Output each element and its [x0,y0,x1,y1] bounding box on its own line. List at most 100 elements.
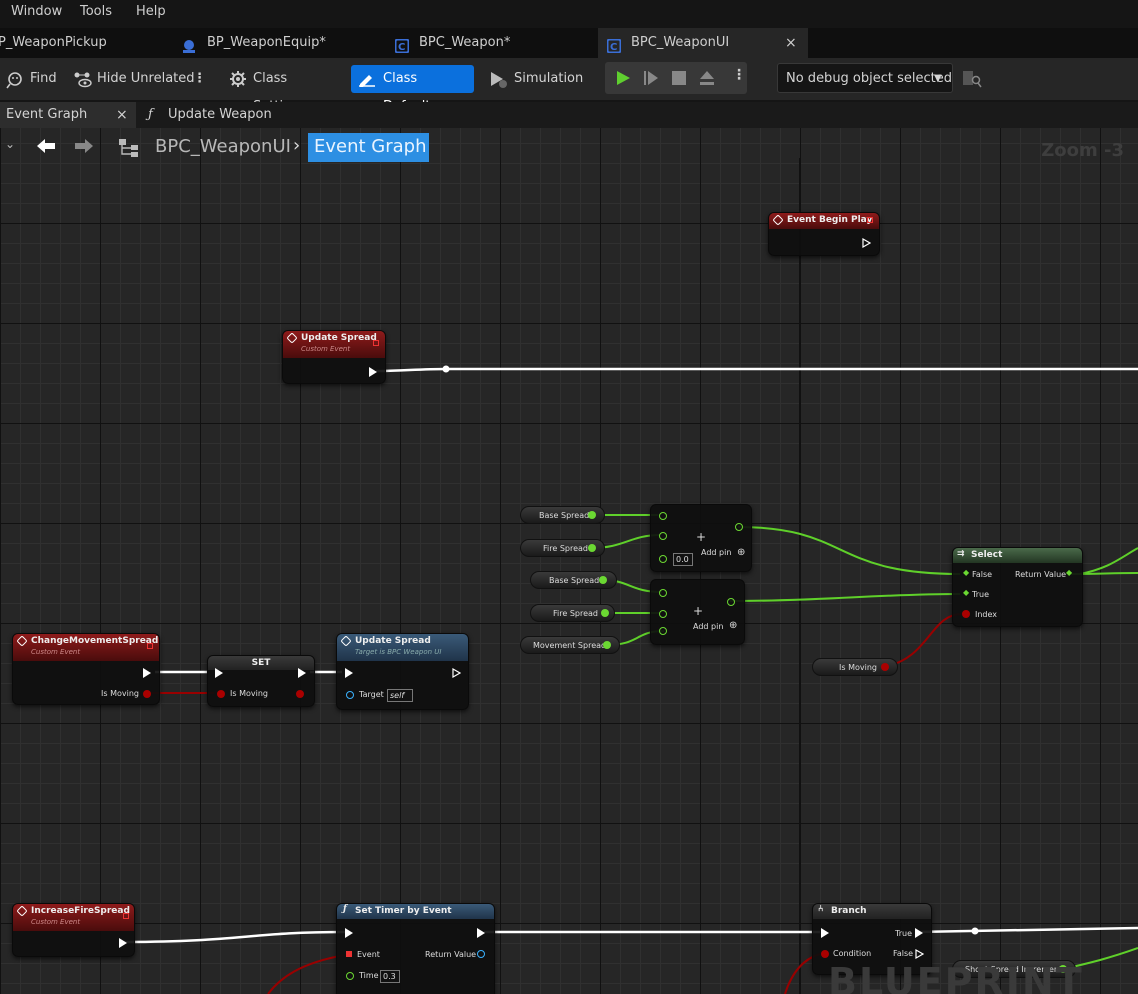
close-tab-icon[interactable]: × [116,102,128,128]
update-spread-event-node[interactable]: Update Spread Custom Event [282,330,386,384]
class-settings-button[interactable]: Class Settings [229,65,339,114]
exec-out-pin[interactable] [119,938,127,948]
bool-out-pin[interactable] [296,690,304,698]
float-in-pin[interactable] [659,589,667,597]
more-options-icon[interactable]: ⋮ [193,65,206,93]
float-in-pin[interactable] [659,532,667,540]
hide-unrelated-button[interactable]: Hide Unrelated ⋮ [73,65,206,93]
set-is-moving-node[interactable]: SET Is Moving [207,655,315,707]
float-out-pin[interactable] [588,511,596,519]
set-timer-by-event-node[interactable]: ƒ Set Timer by Event Event Return Value … [336,903,495,994]
event-graph-canvas[interactable]: ⌄ BPC_WeaponUI › Event Graph Zoom -3 Eve… [0,128,1138,994]
debug-object-select[interactable]: No debug object selected ▼ [777,63,953,93]
exec-out-pin[interactable] [143,668,151,678]
exec-in-pin[interactable] [345,668,353,678]
time-value-field[interactable]: 0.3 [380,970,400,983]
exec-true-pin[interactable] [915,928,923,938]
node-header: ƒ Set Timer by Event [337,904,494,919]
exec-in-pin[interactable] [821,928,829,938]
add-pin-label[interactable]: Add pin [701,548,731,557]
increase-fire-spread-node[interactable]: IncreaseFireSpread Custom Event [12,903,135,957]
is-moving-getter[interactable]: Is Moving [812,658,898,676]
exec-out-pin[interactable] [369,367,377,377]
handle-out-pin[interactable] [477,950,485,958]
eject-icon[interactable] [699,70,715,86]
stop-icon[interactable] [672,71,686,85]
add-pin-icon[interactable]: ⊕ [729,620,737,631]
exec-out-pin[interactable] [477,928,485,938]
select-node[interactable]: ⇉ Select ◆ False ◆ True Index Return Val… [952,547,1083,627]
simulation-button[interactable]: Simulation [489,65,584,93]
add-pin-label[interactable]: Add pin [693,622,723,631]
base-spread-getter[interactable]: Base Spread [520,506,605,524]
exec-out-pin[interactable] [298,668,306,678]
pin-label: Condition [833,949,872,958]
exec-in-pin[interactable] [345,928,353,938]
delegate-pin-icon[interactable] [373,340,379,346]
doc-tab-weapon[interactable]: C BPC_Weapon* [385,28,598,58]
default-value-field[interactable]: 0.0 [673,553,693,566]
menu-tools[interactable]: Tools [80,4,112,19]
menu-window[interactable]: Window [11,4,62,19]
float-out-pin[interactable] [599,576,607,584]
doc-tab-weapon-ui[interactable]: C BPC_WeaponUI × [598,28,808,58]
exec-false-pin[interactable] [915,949,924,959]
float-out-pin[interactable] [601,609,609,617]
bool-out-pin[interactable] [881,663,889,671]
add-icon: + [696,530,707,544]
float-out-pin[interactable] [727,598,735,606]
bool-out-pin[interactable] [143,690,151,698]
float-in-pin[interactable] [659,512,667,520]
tab-event-graph[interactable]: Event Graph × [0,102,136,128]
doc-tab-weapon-equip[interactable]: BP_WeaponEquip* [175,28,385,58]
play-icon[interactable] [615,70,631,86]
change-movement-spread-node[interactable]: ChangeMovementSpread Custom Event Is Mov… [12,633,160,705]
delegate-pin-icon[interactable] [147,643,153,649]
float-out-pin[interactable] [588,544,596,552]
event-icon [16,905,28,917]
delegate-pin-icon[interactable] [867,217,873,223]
find-button[interactable]: Find [6,65,64,93]
add-float-node-2[interactable]: + Add pin ⊕ [650,579,745,645]
movement-spread-getter[interactable]: Movement Spread [520,636,620,654]
select-icon: ⇉ [957,549,965,559]
pin-label: Index [975,610,998,619]
close-tab-icon[interactable]: × [785,28,797,58]
float-out-pin[interactable]: ◆ [1066,568,1072,577]
float-in-pin[interactable] [659,610,667,618]
doc-tab-weapon-pickup[interactable]: P_WeaponPickup [0,28,175,58]
exec-in-pin[interactable] [215,668,223,678]
find-debug-object-icon[interactable] [962,70,982,88]
add-pin-icon[interactable]: ⊕ [737,547,745,558]
delegate-pin-icon[interactable] [123,913,129,919]
class-defaults-button[interactable]: Class Defaults [351,65,474,114]
fire-spread-getter[interactable]: Fire Spread [520,539,605,557]
float-in-pin[interactable]: ◆ [963,588,969,597]
float-in-pin[interactable] [659,627,667,635]
float-out-pin[interactable] [735,523,743,531]
tab-update-weapon[interactable]: ƒ Update Weapon [136,102,276,128]
bool-in-pin[interactable] [217,690,225,698]
exec-out-pin[interactable] [452,668,461,678]
float-in-pin[interactable]: ◆ [963,568,969,577]
update-spread-call-node[interactable]: Update Spread Target is BPC Weapon UI Ta… [336,633,469,710]
bool-in-pin[interactable] [962,610,970,618]
bool-in-pin[interactable] [821,950,829,958]
node-header: ⇉ Select [953,548,1082,563]
menu-help[interactable]: Help [136,4,166,19]
add-float-node-1[interactable]: 0.0 + Add pin ⊕ [650,504,752,572]
object-in-pin[interactable] [346,691,354,699]
exec-out-pin[interactable] [862,238,871,248]
event-begin-play-node[interactable]: Event Begin Play [768,212,880,256]
float-in-pin[interactable] [346,972,354,980]
base-spread-getter-2[interactable]: Base Spread [530,571,617,589]
play-options-icon[interactable]: ⋮ [732,67,746,83]
node-title: Event Begin Play [787,215,873,225]
fire-spread-getter-2[interactable]: Fire Spread [530,604,615,622]
delegate-in-pin[interactable] [346,951,352,957]
target-value-field[interactable]: self [387,689,413,702]
function-icon: ƒ [343,904,347,914]
float-in-pin[interactable] [659,555,667,563]
step-icon[interactable] [643,70,659,86]
float-out-pin[interactable] [603,641,611,649]
